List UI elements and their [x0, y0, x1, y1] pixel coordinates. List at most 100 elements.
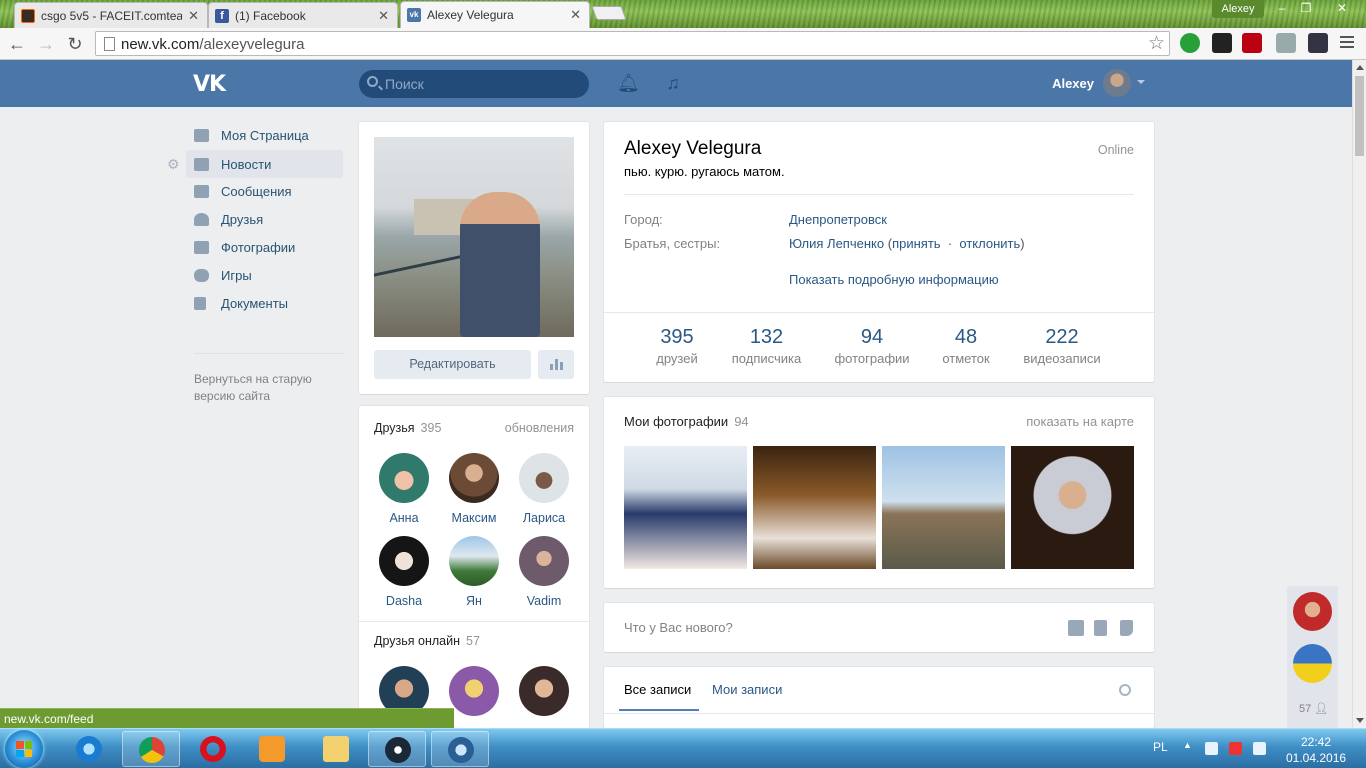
tab-faceit[interactable]: csgo 5v5 - FACEIT.comtea ✕ [14, 2, 208, 28]
accept-link[interactable]: принять [892, 236, 940, 251]
new-tab-button[interactable] [591, 6, 627, 20]
friend-item[interactable]: Ян [439, 536, 509, 608]
my-photos-header[interactable]: Мои фотографии 94 [624, 414, 749, 429]
taskbar-opera[interactable] [184, 731, 242, 767]
edit-profile-button[interactable]: Редактировать [374, 350, 531, 379]
tab-all-posts[interactable]: Все записи [624, 682, 691, 697]
bookmark-star-icon[interactable]: ☆ [1148, 32, 1165, 55]
city-value[interactable]: Днепропетровск [789, 212, 887, 227]
search-input[interactable] [385, 74, 575, 94]
counter-videos[interactable]: 222 видеозаписи [1018, 326, 1106, 366]
friend-item[interactable]: Анна [369, 453, 439, 525]
start-button[interactable] [5, 730, 43, 768]
chat-avatar[interactable] [1293, 592, 1332, 631]
sidebar-item-games[interactable]: Игры [186, 261, 343, 289]
new-post-placeholder[interactable]: Что у Вас нового? [624, 620, 733, 635]
extension-new-icon[interactable] [1242, 33, 1262, 53]
music-icon[interactable]: ♫ [663, 73, 683, 93]
photo-thumbnail[interactable] [753, 446, 876, 569]
window-profile-name[interactable]: Alexey [1212, 0, 1264, 18]
chevron-down-icon[interactable] [1137, 80, 1145, 84]
friends-updates-link[interactable]: обновления [505, 421, 574, 435]
profile-photo[interactable] [374, 137, 574, 337]
volume-tray-icon[interactable] [1253, 742, 1266, 755]
sidebar-item-documents[interactable]: Документы [186, 289, 343, 317]
network-tray-icon[interactable] [1229, 742, 1242, 755]
extension-green-icon[interactable] [1180, 33, 1200, 53]
scroll-down-icon[interactable] [1356, 718, 1364, 723]
online-friend-item[interactable] [509, 666, 579, 716]
device-tray-icon[interactable] [1205, 742, 1218, 755]
minimize-icon[interactable]: – [1270, 0, 1294, 18]
sibling-link[interactable]: Юлия Лепченко [789, 236, 884, 251]
counter-tags[interactable]: 48 отметок [936, 326, 996, 366]
language-indicator[interactable]: PL [1153, 740, 1168, 754]
music-note-icon[interactable] [1120, 620, 1133, 636]
search-box[interactable] [359, 70, 589, 98]
chat-avatar[interactable] [1293, 644, 1332, 683]
notifications-bell-icon[interactable]: 🔔︎ [617, 73, 640, 93]
photo-thumbnail[interactable] [1011, 446, 1134, 569]
taskbar-steam[interactable] [368, 731, 426, 767]
wall-search-icon[interactable] [1119, 684, 1131, 696]
show-on-map-link[interactable]: показать на карте [1026, 414, 1134, 429]
taskbar-teamspeak[interactable] [431, 731, 489, 767]
show-more-info-link[interactable]: Показать подробную информацию [789, 272, 999, 287]
page-scrollbar[interactable] [1352, 60, 1366, 728]
scrollbar-thumb[interactable] [1355, 76, 1364, 156]
profile-status[interactable]: пью. курю. ругаюсь матом. [624, 164, 785, 179]
close-window-icon[interactable]: ✕ [1322, 0, 1362, 18]
forward-icon[interactable]: → [34, 32, 58, 56]
taskbar-media-player[interactable] [243, 731, 301, 767]
friend-item[interactable]: Лариса [509, 453, 579, 525]
page-icon [104, 37, 115, 51]
browser-menu-icon[interactable] [1340, 36, 1354, 51]
avatar [519, 666, 569, 716]
decline-link[interactable]: отклонить [959, 236, 1020, 251]
system-clock[interactable]: 22:42 01.04.2016 [1286, 734, 1346, 766]
extension-cs-icon[interactable] [1212, 33, 1232, 53]
taskbar-chrome[interactable] [122, 731, 180, 767]
taskbar-explorer[interactable] [307, 731, 365, 767]
camera-icon[interactable] [1068, 620, 1084, 636]
old-version-link[interactable]: Вернуться на старую версию сайта [194, 371, 344, 405]
tab-facebook[interactable]: f (1) Facebook ✕ [208, 2, 398, 28]
tab-vk[interactable]: vk Alexey Velegura ✕ [400, 1, 590, 28]
stats-button[interactable] [538, 350, 574, 379]
friends-online-header[interactable]: Друзья онлайн 57 [374, 634, 480, 648]
counter-friends[interactable]: 395 друзей [647, 326, 707, 366]
header-avatar[interactable] [1103, 69, 1131, 97]
scroll-up-icon[interactable] [1356, 65, 1364, 70]
back-icon[interactable]: ← [5, 32, 29, 56]
counter-followers[interactable]: 132 подписчика [724, 326, 809, 366]
friend-item[interactable]: Vadim [509, 536, 579, 608]
vk-logo-icon[interactable]: VK [193, 72, 227, 97]
sidebar-item-messages[interactable]: Сообщения [186, 177, 343, 205]
close-tab-icon[interactable]: ✕ [378, 8, 389, 24]
extension-soldier-icon[interactable] [1308, 33, 1328, 53]
friend-item[interactable]: Максим [439, 453, 509, 525]
taskbar-ie[interactable] [60, 731, 118, 767]
close-tab-icon[interactable]: ✕ [570, 7, 581, 23]
header-user-name[interactable]: Alexey [1044, 76, 1094, 91]
photo-thumbnail[interactable] [882, 446, 1005, 569]
friend-item[interactable]: Dasha [369, 536, 439, 608]
reload-icon[interactable]: ↻ [63, 32, 87, 56]
new-post-card[interactable]: Что у Вас нового? [604, 603, 1154, 652]
extension-tool-icon[interactable] [1276, 33, 1296, 53]
tab-my-posts[interactable]: Мои записи [712, 682, 782, 697]
friends-header[interactable]: Друзья 395 [374, 421, 441, 435]
sidebar-item-photos[interactable]: Фотографии [186, 233, 343, 261]
sidebar-item-news[interactable]: Новости [186, 150, 343, 178]
gear-icon[interactable]: ⚙ [167, 157, 181, 171]
address-bar[interactable]: new.vk.com/alexeyvelegura ☆ [95, 31, 1170, 56]
chat-online-count[interactable]: 57 👤︎ [1299, 702, 1328, 715]
counter-photos[interactable]: 94 фотографии [830, 326, 914, 366]
photo-thumbnail[interactable] [624, 446, 747, 569]
sidebar-item-my-page[interactable]: Моя Страница [186, 121, 343, 149]
restore-icon[interactable]: ❐ [1294, 0, 1318, 18]
sidebar-item-friends[interactable]: Друзья [186, 205, 343, 233]
video-icon[interactable] [1094, 620, 1107, 636]
close-tab-icon[interactable]: ✕ [188, 8, 199, 24]
show-hidden-icons-icon[interactable]: ▲ [1183, 740, 1192, 750]
